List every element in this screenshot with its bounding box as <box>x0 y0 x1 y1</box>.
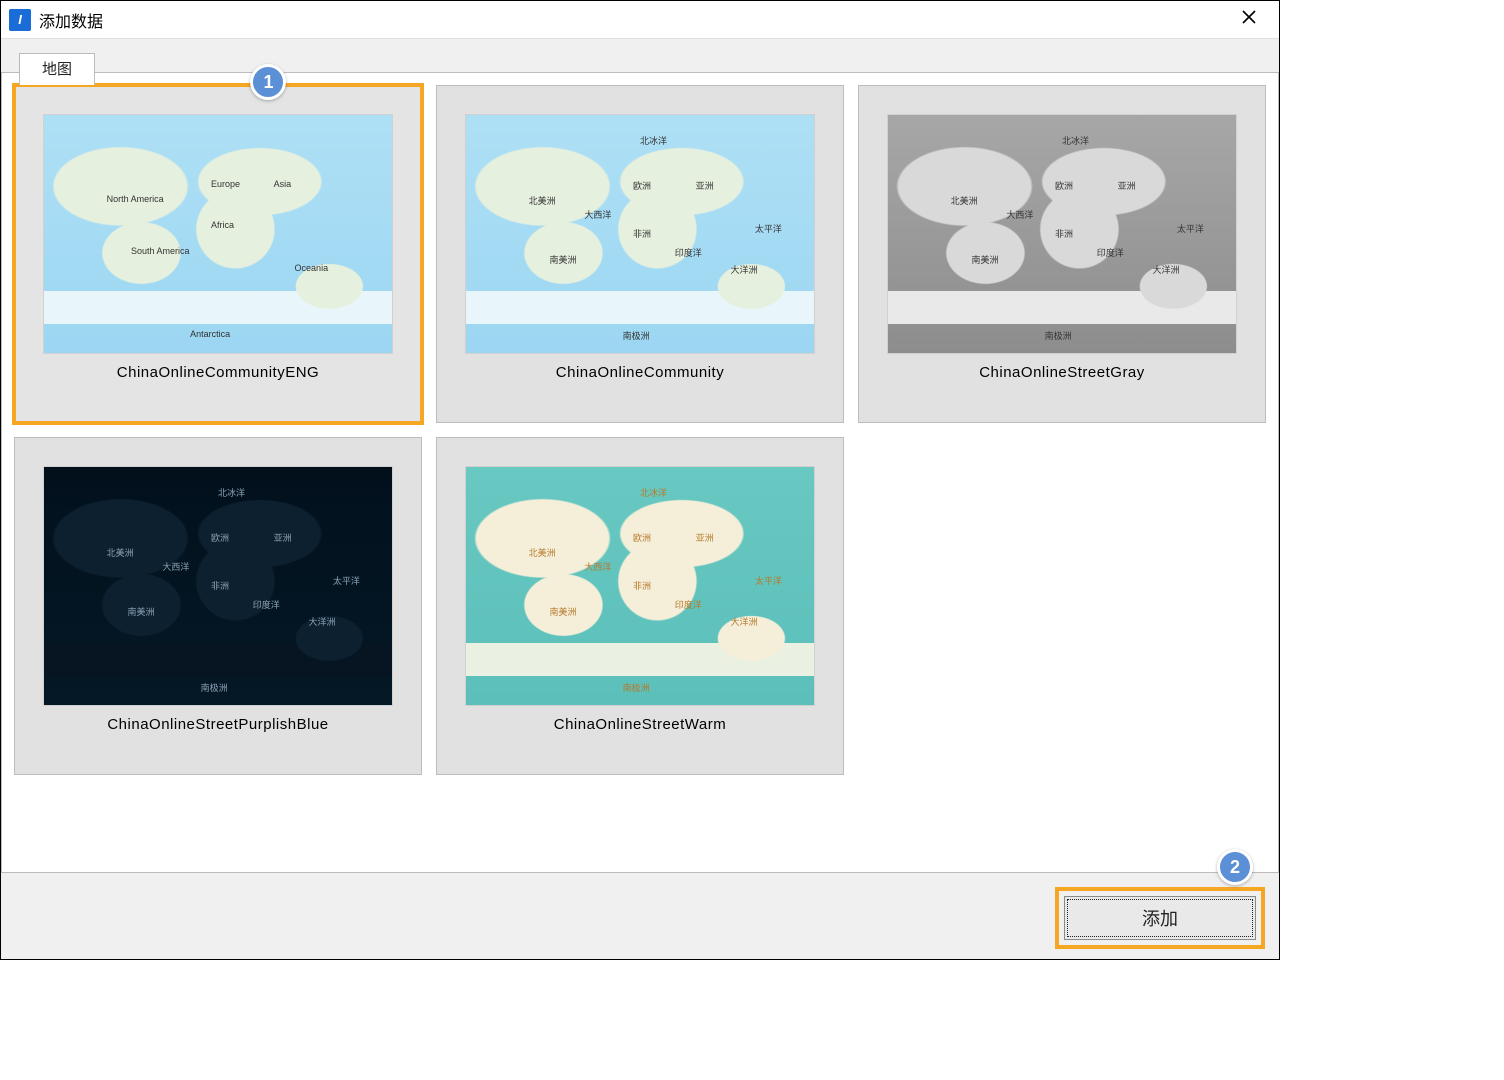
map-card-ChinaOnlineCommunityENG[interactable]: North America Europe Asia Africa South Ameri… <box>14 85 422 423</box>
add-button-highlight: 添加 2 <box>1055 887 1265 949</box>
dialog-footer: 添加 2 <box>1 877 1279 959</box>
dialog-body: 地图 North America Europe Asia Africa South Am… <box>1 39 1279 959</box>
annotation-badge-2: 2 <box>1217 849 1253 885</box>
close-button[interactable] <box>1227 5 1271 35</box>
map-region-label: 大洋洲 <box>730 615 757 628</box>
map-region-label: 南极洲 <box>201 681 228 694</box>
map-region-label: 北美洲 <box>107 546 134 559</box>
map-region-label: 欧洲 <box>1055 179 1073 192</box>
map-card-ChinaOnlineStreetGray[interactable]: 北冰洋北美洲 欧洲 亚洲大西洋非洲印度洋南美洲 太平洋大洋洲南极洲 ChinaOnlin… <box>858 85 1266 423</box>
map-region-label: 欧洲 <box>633 179 651 192</box>
map-region-label: 南极洲 <box>623 329 650 342</box>
map-region-label: 北美洲 <box>529 546 556 559</box>
map-region-label: 大西洋 <box>584 208 611 221</box>
map-region-label: 南美洲 <box>550 253 577 266</box>
map-region-label: 欧洲 <box>211 531 229 544</box>
map-region-label: 太平洋 <box>333 574 360 587</box>
map-region-label: 亚洲 <box>696 179 714 192</box>
map-thumbnail: 北冰洋北美洲 欧洲 亚洲大西洋非洲印度洋南美洲 太平洋大洋洲南极洲 <box>465 114 815 354</box>
map-region-label: 印度洋 <box>1097 246 1124 259</box>
map-region-label: Oceania <box>295 263 329 273</box>
map-region-label: 北美洲 <box>951 194 978 207</box>
map-region-label: 南美洲 <box>128 605 155 618</box>
map-region-label: 太平洋 <box>755 574 782 587</box>
map-card-label: ChinaOnlineStreetWarm <box>554 716 727 733</box>
map-card-ChinaOnlineStreetWarm[interactable]: 北冰洋北美洲 欧洲 亚洲大西洋非洲印度洋南美洲 太平洋大洋洲南极洲 ChinaOnlin… <box>436 437 844 775</box>
map-region-label: 大洋洲 <box>1152 263 1179 276</box>
map-region-label: 大西洋 <box>162 560 189 573</box>
add-button[interactable]: 添加 <box>1064 896 1256 940</box>
map-region-label: 太平洋 <box>755 222 782 235</box>
map-card-label: ChinaOnlineStreetGray <box>979 364 1145 381</box>
map-region-label: 南极洲 <box>623 681 650 694</box>
map-region-label: Asia <box>274 179 292 189</box>
map-region-label: 非洲 <box>633 579 651 592</box>
tab-map[interactable]: 地图 <box>19 53 95 85</box>
map-thumbnail: 北冰洋北美洲 欧洲 亚洲大西洋非洲印度洋南美洲 太平洋大洋洲南极洲 <box>465 466 815 706</box>
window-title: 添加数据 <box>39 8 1227 32</box>
map-grid: North America Europe Asia Africa South Ameri… <box>14 85 1266 860</box>
map-region-label: 亚洲 <box>274 531 292 544</box>
map-region-label: 大洋洲 <box>730 263 757 276</box>
map-region-label: 南美洲 <box>550 605 577 618</box>
map-region-label: 欧洲 <box>633 531 651 544</box>
map-region-label: 太平洋 <box>1177 222 1204 235</box>
map-panel: North America Europe Asia Africa South Ameri… <box>1 72 1279 873</box>
map-region-label: 北美洲 <box>529 194 556 207</box>
map-region-label: 非洲 <box>633 227 651 240</box>
titlebar: I 添加数据 <box>1 1 1279 39</box>
map-card-label: ChinaOnlineCommunityENG <box>117 364 319 381</box>
map-card-label: ChinaOnlineStreetPurplishBlue <box>107 716 328 733</box>
map-region-label: 印度洋 <box>675 246 702 259</box>
map-region-label: 非洲 <box>211 579 229 592</box>
map-region-label: 北冰洋 <box>1062 134 1089 147</box>
map-region-label: 印度洋 <box>253 598 280 611</box>
map-card-ChinaOnlineCommunity[interactable]: 北冰洋北美洲 欧洲 亚洲大西洋非洲印度洋南美洲 太平洋大洋洲南极洲 ChinaOnlin… <box>436 85 844 423</box>
map-region-label: 亚洲 <box>696 531 714 544</box>
map-thumbnail: 北冰洋北美洲 欧洲 亚洲大西洋非洲印度洋南美洲 太平洋大洋洲南极洲 <box>43 466 393 706</box>
map-card-label: ChinaOnlineCommunity <box>556 364 724 381</box>
map-region-label: 南美洲 <box>972 253 999 266</box>
map-region-label: 印度洋 <box>675 598 702 611</box>
map-region-label: 非洲 <box>1055 227 1073 240</box>
map-region-label: 亚洲 <box>1118 179 1136 192</box>
map-thumbnail: North America Europe Asia Africa South Ameri… <box>43 114 393 354</box>
map-region-label: 南极洲 <box>1045 329 1072 342</box>
add-data-dialog: I 添加数据 地图 North America Europe Asia Africa S… <box>0 0 1280 960</box>
map-region-label: Africa <box>211 220 234 230</box>
map-region-label: South America <box>131 246 190 256</box>
map-region-label: North America <box>107 194 164 204</box>
app-icon: I <box>9 9 31 31</box>
map-region-label: 大洋洲 <box>308 615 335 628</box>
map-thumbnail: 北冰洋北美洲 欧洲 亚洲大西洋非洲印度洋南美洲 太平洋大洋洲南极洲 <box>887 114 1237 354</box>
map-region-label: 大西洋 <box>584 560 611 573</box>
map-region-label: 北冰洋 <box>218 486 245 499</box>
close-icon <box>1241 9 1257 30</box>
map-region-label: 大西洋 <box>1006 208 1033 221</box>
map-region-label: 北冰洋 <box>640 486 667 499</box>
map-card-ChinaOnlineStreetPurplishBlue[interactable]: 北冰洋北美洲 欧洲 亚洲大西洋非洲印度洋南美洲 太平洋大洋洲南极洲 ChinaOnlin… <box>14 437 422 775</box>
map-region-label: Europe <box>211 179 240 189</box>
map-region-label: Antarctica <box>190 329 230 339</box>
annotation-badge-1: 1 <box>250 64 286 100</box>
map-region-label: 北冰洋 <box>640 134 667 147</box>
